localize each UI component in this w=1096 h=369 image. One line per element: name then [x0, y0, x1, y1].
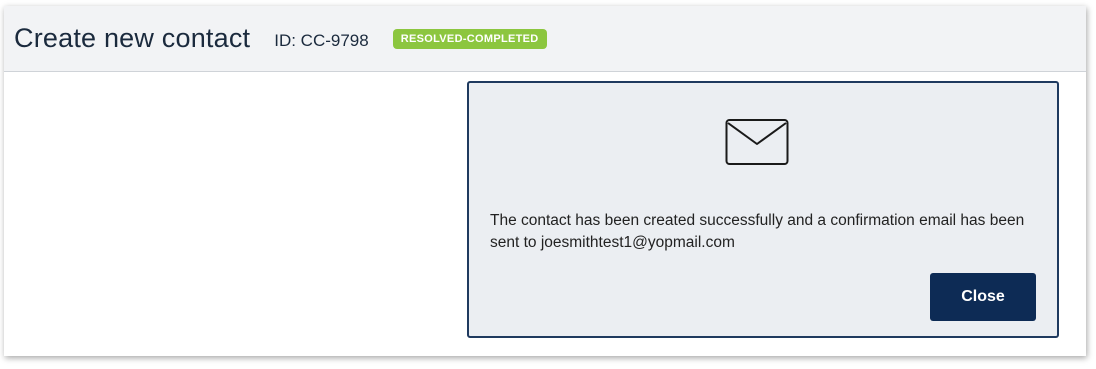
confirmation-message: The contact has been created successfull… — [490, 212, 1025, 251]
confirmation-dialog: The contact has been created successfull… — [467, 81, 1059, 338]
envelope-icon — [725, 118, 789, 168]
app-window: Create new contact ID: CC-9798 RESOLVED-… — [4, 6, 1086, 356]
case-id: ID: CC-9798 — [274, 30, 369, 50]
page-title: Create new contact — [14, 23, 251, 53]
status-badge: RESOLVED-COMPLETED — [392, 29, 547, 49]
close-button[interactable]: Close — [930, 273, 1036, 321]
page-header: Create new contact ID: CC-9798 RESOLVED-… — [4, 6, 1086, 72]
